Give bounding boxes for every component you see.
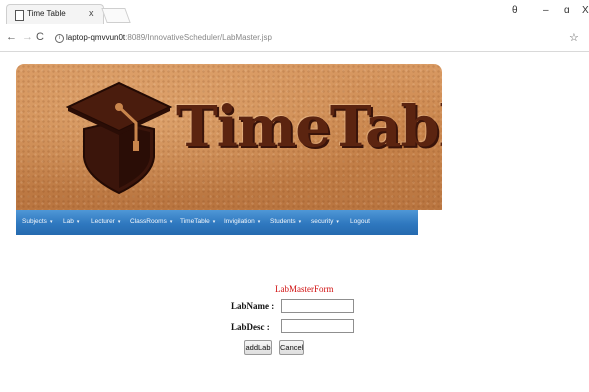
menu-lecturer[interactable]: Lecturer ▾ [91, 218, 120, 225]
forward-arrow-icon[interactable]: → [22, 31, 33, 43]
banner-title: TimeTable [176, 94, 442, 160]
info-icon[interactable]: i [55, 34, 64, 43]
browser-toolbar: ← → C i laptop-qmvvun0t:8089/InnovativeS… [0, 27, 589, 52]
tab-close-icon[interactable]: x [89, 8, 94, 18]
menu-logout[interactable]: Logout [350, 218, 370, 225]
lab-name-input[interactable] [281, 299, 354, 313]
add-lab-button[interactable]: addLab [244, 340, 272, 355]
account-icon[interactable]: θ [512, 5, 518, 16]
url-path: :8089/InnovativeScheduler/LabMaster.jsp [125, 33, 272, 42]
caret-down-icon: ▾ [49, 219, 53, 225]
caret-down-icon: ▾ [336, 219, 339, 225]
main-nav: Subjects ▾ Lab ▾ Lecturer ▾ ClassRooms ▾ Tim… [16, 210, 418, 235]
cancel-button[interactable]: Cancel [279, 340, 304, 355]
menu-invigilation[interactable]: Invigilation ▾ [224, 218, 260, 225]
menu-label: Lecturer [91, 218, 115, 225]
caret-down-icon: ▾ [298, 219, 302, 225]
tab-title: Time Table [27, 9, 66, 18]
lab-name-label: LabName : [231, 301, 275, 311]
menu-label: ClassRooms [130, 218, 167, 225]
caret-down-icon: ▾ [76, 219, 80, 225]
menu-label: Subjects [22, 218, 47, 225]
caret-down-icon: ▾ [117, 219, 121, 225]
menu-lab[interactable]: Lab ▾ [63, 218, 79, 225]
menu-timetable[interactable]: TimeTable ▾ [180, 218, 215, 225]
close-window-button[interactable]: X [582, 5, 589, 16]
reload-icon[interactable]: C [36, 31, 44, 43]
caret-down-icon: ▾ [257, 219, 261, 225]
menu-label: security [311, 218, 334, 225]
graduation-cap-shield-icon [65, 81, 173, 195]
menu-label: TimeTable [180, 218, 210, 225]
menu-label: Students [270, 218, 296, 225]
caret-down-icon: ▾ [212, 219, 216, 225]
lab-desc-input[interactable] [281, 319, 354, 333]
menu-label: Lab [63, 218, 74, 225]
document-icon [15, 10, 24, 21]
caret-down-icon: ▾ [169, 219, 173, 225]
new-tab-button[interactable] [101, 8, 131, 23]
address-bar[interactable]: laptop-qmvvun0t:8089/InnovativeScheduler… [66, 33, 272, 42]
url-host: laptop-qmvvun0t [66, 33, 126, 42]
menu-classrooms[interactable]: ClassRooms ▾ [130, 218, 172, 225]
lab-desc-label: LabDesc : [231, 322, 270, 332]
browser-tab-strip: Time Table x θ – ɑ X [0, 0, 589, 27]
minimize-button[interactable]: – [543, 5, 549, 16]
menu-label: Logout [350, 218, 370, 225]
browser-tab[interactable]: Time Table x [6, 4, 104, 24]
menu-subjects[interactable]: Subjects ▾ [22, 218, 52, 225]
site-banner: TimeTable [16, 64, 442, 210]
menu-students[interactable]: Students ▾ [270, 218, 301, 225]
form-title: LabMasterForm [275, 284, 334, 294]
menu-security[interactable]: security ▾ [311, 218, 339, 225]
back-arrow-icon[interactable]: ← [6, 31, 17, 43]
menu-label: Invigilation [224, 218, 255, 225]
bookmark-star-icon[interactable]: ☆ [569, 31, 579, 44]
restore-button[interactable]: ɑ [564, 5, 570, 16]
